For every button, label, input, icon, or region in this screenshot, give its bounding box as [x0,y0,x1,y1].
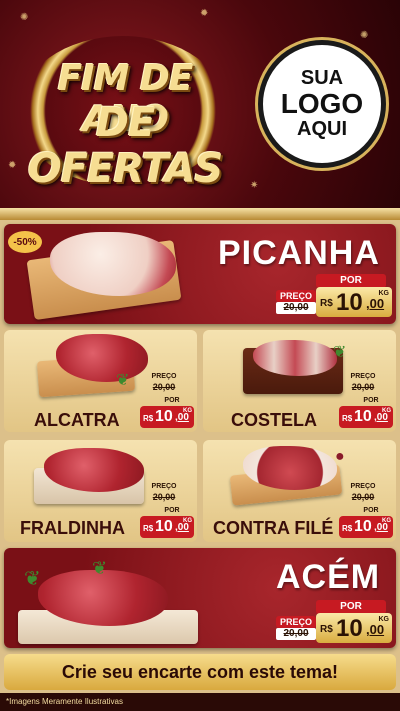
old-price: 20,00 [152,492,176,502]
price-integer: 10 [354,518,372,535]
old-price: 20,00 [276,302,316,314]
headline-line2: DE OFERTAS [27,100,224,192]
currency: R$ [342,524,353,533]
logo-text-line2: LOGO [280,88,364,120]
price-integer: 10 [336,289,363,316]
new-price: R$ 10 ,00 KG [140,406,194,428]
por-label: POR [316,600,386,614]
product-name: FRALDINHA [20,518,125,538]
new-price: R$ 10 ,00 KG [316,613,392,643]
herb-icon: ❦ [116,372,130,389]
price-tag: PREÇO 20,00 POR R$ 10 ,00 KG [138,482,196,540]
por-label: POR [164,397,180,404]
header-banner: ✺ ✹ ✺ ✷ ✹ FIM DE ANO DE OFERTAS SUA LOGO… [0,0,400,215]
price-cents: ,00 [366,296,385,311]
unit: KG [183,408,192,414]
por-label: POR [316,274,386,288]
old-price: 20,00 [351,492,375,502]
por-label: POR [363,507,379,514]
product-name: ACÉM [276,558,381,596]
currency: R$ [143,414,154,423]
old-price: 20,00 [276,628,316,640]
new-price: R$ 10 ,00 KG [339,516,393,538]
herb-icon: ❦ [333,344,347,361]
herb-icon: ❦ [24,568,41,590]
preco-label: PREÇO [276,616,316,628]
por-label: POR [363,397,379,404]
product-name: PICANHA [218,234,380,272]
firework-icon: ✺ [20,12,29,23]
firework-icon: ✷ [250,180,259,191]
currency: R$ [143,524,154,533]
disclaimer: *Imagens Meramente Ilustrativas [0,693,400,711]
unit: KG [378,616,390,623]
product-card-costela: ❦ COSTELA PREÇO 20,00 POR R$ 10 ,00 KG [203,330,396,432]
product-name: CONTRA FILÉ [213,518,334,538]
price-integer: 10 [155,408,173,425]
unit: KG [382,408,391,414]
cta-banner[interactable]: Crie seu encarte com este tema! [4,654,396,690]
preco-label: PREÇO [350,373,376,380]
currency: R$ [320,624,333,635]
new-price: R$ 10 ,00 KG [339,406,393,428]
unit: KG [378,290,390,297]
preco-label: PREÇO [350,483,376,490]
currency: R$ [320,298,333,309]
old-price: 20,00 [152,382,176,392]
onion-icon: ● [335,448,345,465]
product-name: ALCATRA [34,410,120,430]
firework-icon: ✹ [200,8,209,19]
divider [0,208,400,220]
currency: R$ [342,414,353,423]
herb-icon: ❦ [92,558,108,578]
old-price: 20,00 [351,382,375,392]
product-name: COSTELA [231,410,318,430]
new-price: R$ 10 ,00 KG [316,287,392,317]
price-tag: PREÇO 20,00 POR R$ 10 ,00 KG [138,372,196,430]
new-price: R$ 10 ,00 KG [140,516,194,538]
price-tag: PREÇO 20,00 POR R$ 10 ,00 KG [337,482,395,540]
logo-text-line3: AQUI [297,117,347,140]
product-card-picanha: PICANHA PREÇO 20,00 POR R$ 10 ,00 KG [4,224,396,324]
price-tag: PREÇO 20,00 POR R$ 10 ,00 KG [337,372,395,430]
preco-label: PREÇO [276,290,316,302]
product-card-acem: ❦ ❦ ACÉM PREÇO 20,00 POR R$ 10 ,00 KG [4,548,396,648]
price-tag: PREÇO 20,00 POR R$ 10 ,00 KG [276,600,396,646]
price-cents: ,00 [366,622,385,637]
logo-placeholder: SUA LOGO AQUI [258,40,386,168]
por-label: POR [164,507,180,514]
product-card-alcatra: ❦ ALCATRA PREÇO 20,00 POR R$ 10 ,00 KG [4,330,197,432]
price-integer: 10 [336,615,363,642]
preco-label: PREÇO [151,483,177,490]
price-integer: 10 [354,408,372,425]
unit: KG [183,518,192,524]
product-card-contra-file: ● CONTRA FILÉ PREÇO 20,00 POR R$ 10 ,00 … [203,440,396,542]
preco-label: PREÇO [151,373,177,380]
logo-text-line1: SUA [300,67,344,90]
price-tag: PREÇO 20,00 POR R$ 10 ,00 KG [276,274,396,320]
discount-badge: -50% [8,231,42,253]
price-integer: 10 [155,518,173,535]
firework-icon: ✺ [360,30,369,41]
product-card-fraldinha: FRALDINHA PREÇO 20,00 POR R$ 10 ,00 KG [4,440,197,542]
unit: KG [382,518,391,524]
